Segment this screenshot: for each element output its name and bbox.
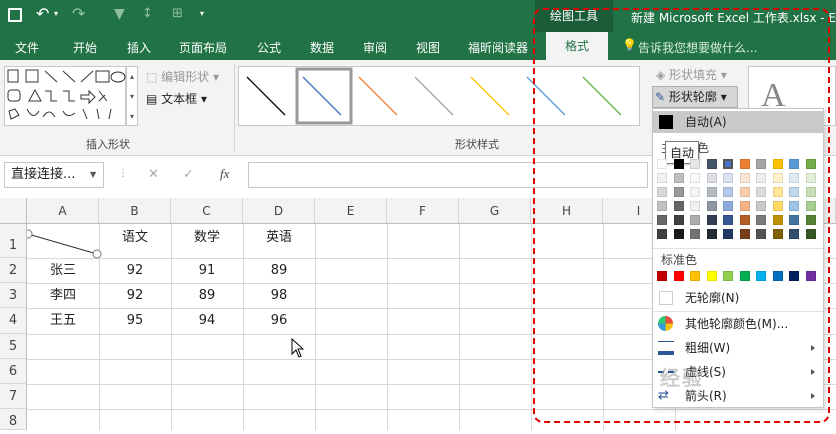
tab-home[interactable]: 开始 [73,39,97,56]
cell-b2[interactable]: 92 [99,258,171,283]
redo-icon[interactable]: ↷ [72,4,85,23]
sort-icon[interactable]: ↕ [142,6,153,21]
cancel-icon[interactable]: ✕ [148,167,159,182]
tab-data[interactable]: 数据 [310,39,334,56]
cell-b1[interactable]: 语文 [99,224,171,258]
column-header-e[interactable]: E [315,198,387,224]
column-header-g[interactable]: G [459,198,531,224]
tab-page-layout[interactable]: 页面布局 [179,39,227,56]
row-header-4[interactable]: 4 [0,308,27,334]
cell-b3[interactable]: 92 [99,283,171,308]
tab-file[interactable]: 文件 [15,39,39,56]
shapes-gallery[interactable] [4,66,126,126]
cell-d1[interactable]: 英语 [243,224,315,258]
cell-c4[interactable]: 94 [171,308,243,334]
customize-toolbar-icon[interactable]: ▾ [200,9,204,18]
row-header-8[interactable]: 8 [0,409,27,430]
toolbar-icon[interactable]: ⊞ [172,6,183,21]
tab-formulas[interactable]: 公式 [257,39,281,56]
group-label-shape-styles: 形状样式 [455,138,499,151]
select-all-corner[interactable] [0,198,27,224]
row-header-7[interactable]: 7 [0,384,27,409]
selected-style-frame [295,67,353,125]
cell-a2[interactable]: 张三 [27,258,99,283]
row-header-6[interactable]: 6 [0,359,27,384]
diagonal-connector[interactable] [27,233,98,255]
cell-c3[interactable]: 89 [171,283,243,308]
save-icon[interactable] [8,8,22,22]
cell-d3[interactable]: 98 [243,283,315,308]
cell-c1[interactable]: 数学 [171,224,243,258]
name-box[interactable]: 直接连接... [4,162,104,188]
undo-dropdown-icon[interactable]: ▾ [54,9,58,18]
textbox-button[interactable]: ▤ 文本框 ▾ [146,90,207,107]
shapes-icons [7,69,126,120]
filter-icon[interactable]: ▼ [114,6,125,22]
connector-handle-start[interactable] [27,229,33,239]
textbox-icon: ▤ [146,92,162,106]
column-header-d[interactable]: D [243,198,315,224]
row-header-1[interactable]: 1 [0,224,27,258]
shapes-scroll[interactable]: ▴ ▾ ▾ [126,66,138,126]
group-divider [234,64,235,152]
tab-foxit[interactable]: 福昕阅读器 [468,39,528,56]
cell-a4[interactable]: 王五 [27,308,99,334]
cell-a3[interactable]: 李四 [27,283,99,308]
row-header-2[interactable]: 2 [0,258,27,283]
row-header-5[interactable]: 5 [0,334,27,359]
style-line-2[interactable] [302,76,342,116]
highlight-annotation [533,8,830,423]
edit-shape-button[interactable]: ⬚ 编辑形状 ▾ [146,68,219,85]
column-header-b[interactable]: B [99,198,171,224]
mouse-cursor-icon [291,338,305,358]
column-header-a[interactable]: A [27,198,99,224]
undo-icon[interactable]: ↶ [36,4,49,23]
cell-c2[interactable]: 91 [171,258,243,283]
formula-dots-icon: ⋮ [118,168,128,179]
tab-review[interactable]: 审阅 [363,39,387,56]
tab-insert[interactable]: 插入 [127,39,151,56]
column-header-f[interactable]: F [387,198,459,224]
confirm-icon[interactable]: ✓ [183,167,194,182]
column-header-c[interactable]: C [171,198,243,224]
insert-function-icon[interactable]: fx [220,166,229,182]
style-line-4[interactable] [414,76,454,116]
cell-d2[interactable]: 89 [243,258,315,283]
group-label-insert-shapes: 插入形状 [86,138,130,151]
cell-b4[interactable]: 95 [99,308,171,334]
style-line-1[interactable] [246,76,286,116]
edit-shape-icon: ⬚ [146,70,162,84]
cell-d4[interactable]: 96 [243,308,315,334]
name-box-dropdown-icon[interactable]: ▼ [90,170,96,179]
tab-view[interactable]: 视图 [416,39,440,56]
style-line-3[interactable] [358,76,398,116]
row-header-3[interactable]: 3 [0,283,27,308]
style-line-5[interactable] [470,76,510,116]
